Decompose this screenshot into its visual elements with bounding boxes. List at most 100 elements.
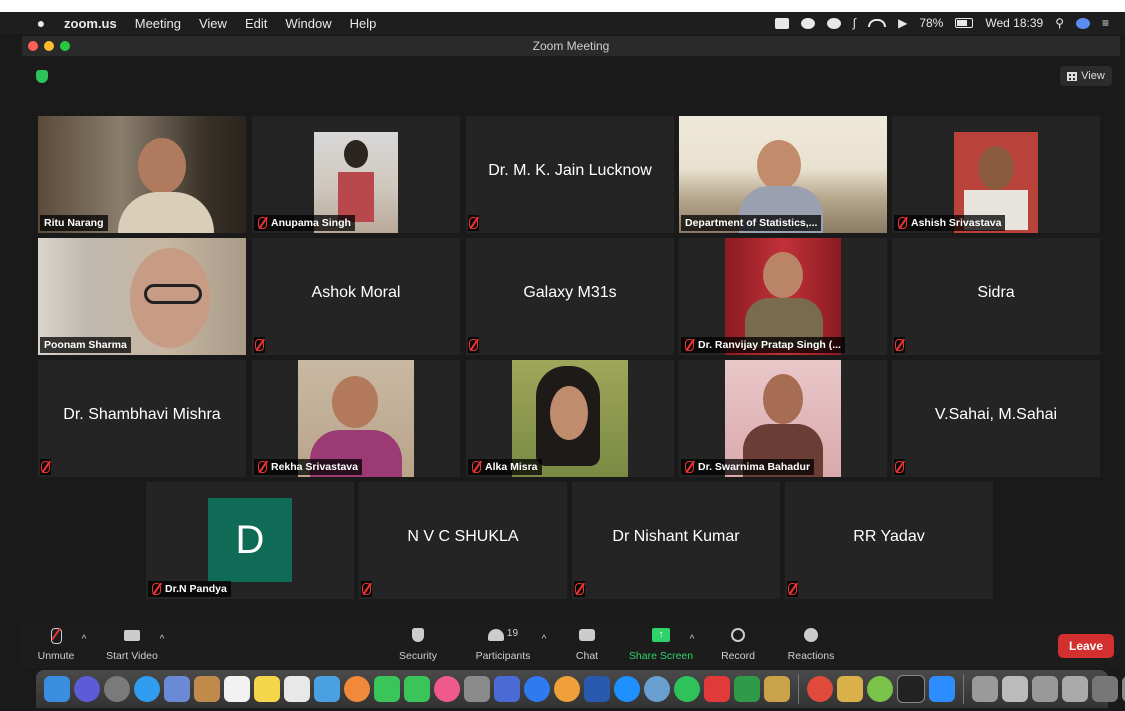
books-icon[interactable]: [554, 676, 580, 702]
participant-tile-n-pandya[interactable]: D Dr.N Pandya: [146, 482, 354, 599]
unmute-button[interactable]: Unmute: [34, 626, 78, 662]
maps-icon[interactable]: [314, 676, 340, 702]
participant-mute-badge: [40, 458, 51, 475]
apple-icon[interactable]: ●: [34, 15, 48, 31]
reactions-button[interactable]: Reactions: [784, 626, 838, 662]
participant-name: Dr. Swarnima Bahadur: [681, 458, 815, 475]
window-thumbnail-icon[interactable]: [1002, 676, 1028, 702]
participants-button[interactable]: 19 Participants: [470, 626, 536, 662]
clock[interactable]: Wed 18:39: [985, 16, 1043, 30]
reminders-icon[interactable]: [284, 676, 310, 702]
mail-icon[interactable]: [164, 676, 190, 702]
participant-tile-mk-jain[interactable]: Dr. M. K. Jain Lucknow: [466, 116, 674, 233]
dock-separator: [798, 674, 799, 704]
participant-name: Department of Statistics,...: [681, 215, 822, 231]
menu-meeting[interactable]: Meeting: [135, 16, 181, 31]
excel-icon[interactable]: [734, 676, 760, 702]
menu-window[interactable]: Window: [285, 16, 331, 31]
participant-name: RR Yadav: [853, 528, 925, 545]
participant-tile-nishant-kumar[interactable]: Dr Nishant Kumar: [572, 482, 780, 599]
photos-icon[interactable]: [344, 676, 370, 702]
battery-percent[interactable]: 78%: [919, 16, 943, 30]
participant-tile-ashish-srivastava[interactable]: Ashish Srivastava: [892, 116, 1100, 233]
bluetooth-icon[interactable]: ∫: [853, 16, 856, 30]
battery-icon[interactable]: [955, 18, 974, 28]
browser-icon[interactable]: [644, 676, 670, 702]
participant-tile-shambhavi-mishra[interactable]: Dr. Shambhavi Mishra: [38, 360, 246, 477]
system-preferences-icon[interactable]: [464, 676, 490, 702]
finder-icon[interactable]: [44, 676, 70, 702]
siri-icon[interactable]: [1075, 17, 1090, 29]
volume-icon[interactable]: ▶: [898, 16, 907, 30]
view-button[interactable]: View: [1060, 66, 1112, 86]
acrobat-icon[interactable]: [704, 676, 730, 702]
help-icon[interactable]: [972, 676, 998, 702]
share-options-caret[interactable]: ^: [686, 634, 698, 645]
zoom-icon[interactable]: [929, 676, 955, 702]
participant-tile-nvc-shukla[interactable]: N V C SHUKLA: [359, 482, 567, 599]
muted-microphone-icon: [895, 339, 904, 351]
launchpad-icon[interactable]: [104, 676, 130, 702]
participants-options-caret[interactable]: ^: [538, 634, 550, 645]
minimize-window-button[interactable]: [44, 41, 54, 51]
close-window-button[interactable]: [28, 41, 38, 51]
chrome-icon[interactable]: [807, 676, 833, 702]
leave-meeting-button[interactable]: Leave: [1058, 634, 1114, 658]
terminal-icon[interactable]: [897, 675, 925, 703]
encryption-shield-icon[interactable]: [36, 70, 48, 83]
participant-tile-galaxy-m31s[interactable]: Galaxy M31s: [466, 238, 674, 355]
preview-icon[interactable]: [494, 676, 520, 702]
vpn-icon[interactable]: [826, 17, 841, 29]
window-thumbnail-icon[interactable]: [1032, 676, 1058, 702]
messages-icon[interactable]: [404, 676, 430, 702]
green-app-icon[interactable]: [867, 676, 893, 702]
zoom-status-icon[interactable]: [774, 17, 789, 29]
spotlight-search-icon[interactable]: ⚲: [1055, 16, 1064, 30]
window-thumbnail-icon[interactable]: [1092, 676, 1118, 702]
menu-view[interactable]: View: [199, 16, 227, 31]
participant-tile-rekha-srivastava[interactable]: Rekha Srivastava: [252, 360, 460, 477]
security-button[interactable]: Security: [394, 626, 442, 662]
participant-tile-sahai[interactable]: V.Sahai, M.Sahai: [892, 360, 1100, 477]
safari-icon[interactable]: [134, 676, 160, 702]
participant-tile-ranvijay-pratap-singh[interactable]: Dr. Ranvijay Pratap Singh (...: [679, 238, 887, 355]
calendar-icon[interactable]: [224, 676, 250, 702]
chat-button[interactable]: Chat: [570, 626, 604, 662]
menu-app-name[interactable]: zoom.us: [64, 16, 117, 31]
muted-microphone-icon: [472, 461, 481, 473]
zoom-window-button[interactable]: [60, 41, 70, 51]
participant-tile-ritu-narang[interactable]: Ritu Narang: [38, 116, 246, 233]
participant-tile-alka-misra[interactable]: Alka Misra: [466, 360, 674, 477]
app-store-icon[interactable]: [524, 676, 550, 702]
pencil-app-icon[interactable]: [837, 676, 863, 702]
siri-icon[interactable]: [74, 676, 100, 702]
skype-icon[interactable]: [614, 676, 640, 702]
participant-tile-ashok-moral[interactable]: Ashok Moral: [252, 238, 460, 355]
word-icon[interactable]: [584, 676, 610, 702]
participant-tile-anupama-singh[interactable]: Anupama Singh: [252, 116, 460, 233]
participant-tile-rr-yadav[interactable]: RR Yadav: [785, 482, 993, 599]
facetime-icon[interactable]: [374, 676, 400, 702]
stickies-icon[interactable]: [764, 676, 790, 702]
participant-tile-swarnima-bahadur[interactable]: Dr. Swarnima Bahadur: [679, 360, 887, 477]
menu-help[interactable]: Help: [350, 16, 377, 31]
video-options-caret[interactable]: ^: [156, 634, 168, 645]
audio-options-caret[interactable]: ^: [78, 634, 90, 645]
participant-tile-poonam-sharma[interactable]: Poonam Sharma: [38, 238, 246, 355]
record-icon: [727, 626, 749, 646]
menu-edit[interactable]: Edit: [245, 16, 267, 31]
screen-share-status-icon[interactable]: [800, 17, 815, 29]
music-icon[interactable]: [434, 676, 460, 702]
control-center-icon[interactable]: ≡: [1102, 16, 1109, 30]
notes-icon[interactable]: [254, 676, 280, 702]
contacts-icon[interactable]: [194, 676, 220, 702]
wifi-icon[interactable]: [868, 19, 887, 27]
record-button[interactable]: Record: [718, 626, 758, 662]
window-thumbnail-icon[interactable]: [1062, 676, 1088, 702]
start-video-button[interactable]: Start Video: [102, 626, 162, 662]
whatsapp-icon[interactable]: [674, 676, 700, 702]
meeting-toolbar: Unmute ^ Start Video ^ Security 19 Parti…: [22, 624, 1120, 668]
participant-tile-dept-statistics[interactable]: Department of Statistics,...: [679, 116, 887, 233]
mac-menu-bar: ● zoom.us Meeting View Edit Window Help …: [0, 12, 1125, 34]
participant-tile-sidra[interactable]: Sidra: [892, 238, 1100, 355]
